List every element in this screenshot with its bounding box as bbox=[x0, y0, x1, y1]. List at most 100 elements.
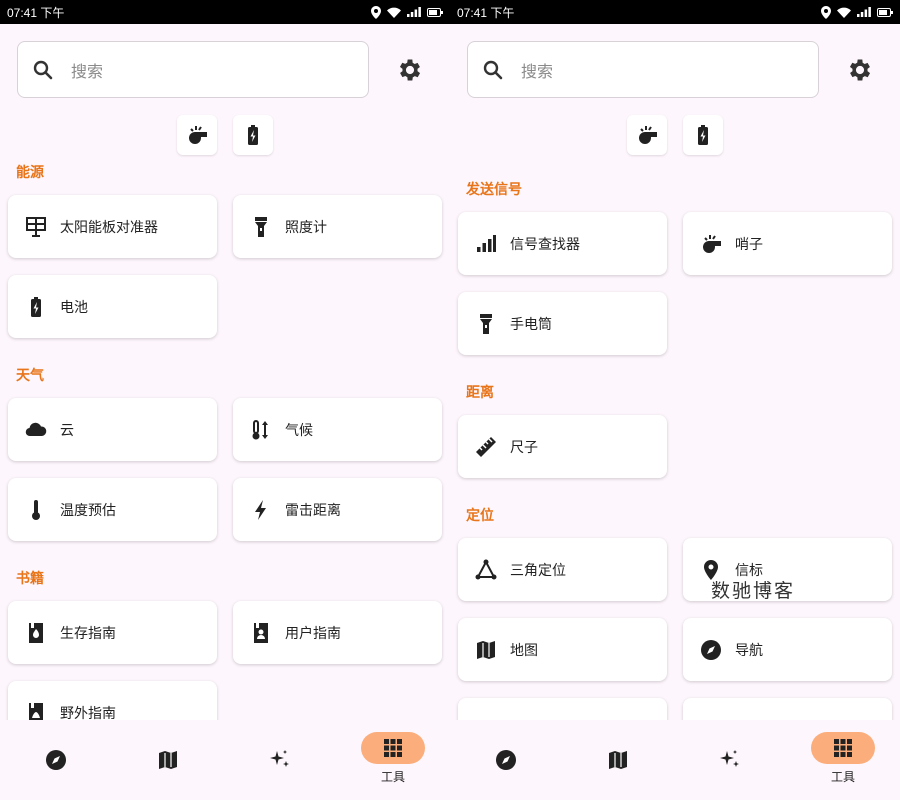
left-screen: 07:41 下午 搜索 能源 太阳能板对准器 照度计 电池 天气 云 气候 温度… bbox=[0, 0, 450, 800]
location-status-icon bbox=[371, 5, 381, 19]
search-bar[interactable]: 搜索 bbox=[17, 41, 369, 98]
tool-card-whistle[interactable]: 哨子 bbox=[683, 212, 892, 275]
battery-status-icon bbox=[427, 7, 443, 17]
solar-panel-icon bbox=[26, 216, 46, 237]
tool-card-lightning[interactable]: 雷击距离 bbox=[233, 478, 442, 541]
tool-card-field-guide[interactable]: 野外指南 bbox=[8, 681, 217, 720]
tool-card-maps[interactable]: 地图 bbox=[458, 618, 667, 681]
tool-label: 温度预估 bbox=[60, 502, 116, 519]
lightning-icon bbox=[255, 499, 266, 520]
tool-card-navigation[interactable]: 导航 bbox=[683, 618, 892, 681]
ruler-icon bbox=[476, 436, 496, 457]
flashlight-icon bbox=[480, 313, 492, 334]
grid-icon bbox=[834, 739, 852, 757]
tool-card-signal-finder[interactable]: 信号查找器 bbox=[458, 212, 667, 275]
battery-charging-icon bbox=[698, 125, 708, 145]
compass-icon[interactable] bbox=[44, 748, 68, 772]
gear-icon[interactable] bbox=[846, 56, 874, 84]
section-title-location: 定位 bbox=[466, 508, 494, 524]
tool-card-light-meter[interactable]: 照度计 bbox=[233, 195, 442, 258]
status-bar: 07:41 下午 bbox=[450, 0, 900, 24]
field-guide-icon bbox=[29, 702, 43, 720]
signal-status-icon bbox=[407, 7, 421, 17]
quick-battery-button[interactable] bbox=[233, 115, 273, 155]
search-placeholder: 搜索 bbox=[521, 61, 554, 81]
quick-whistle-button[interactable] bbox=[627, 115, 667, 155]
thermometer-arrows-icon bbox=[252, 419, 268, 439]
tool-label: 导航 bbox=[735, 642, 763, 659]
search-placeholder: 搜索 bbox=[71, 61, 104, 81]
whistle-icon bbox=[703, 234, 721, 253]
section-title-books: 书籍 bbox=[16, 571, 44, 587]
whistle-icon bbox=[189, 126, 207, 144]
battery-icon bbox=[31, 296, 41, 317]
status-bar: 07:41 下午 bbox=[0, 0, 450, 24]
tool-label: 太阳能板对准器 bbox=[60, 219, 158, 236]
cloud-icon bbox=[25, 422, 47, 436]
tool-label: 雷击距离 bbox=[285, 502, 341, 519]
tools-list: 能源 太阳能板对准器 照度计 电池 天气 云 气候 温度预估 雷击距离 书籍 生… bbox=[0, 160, 450, 720]
user-guide-icon bbox=[254, 622, 268, 643]
tool-card-temp-estimate[interactable]: 温度预估 bbox=[8, 478, 217, 541]
tool-label: 照度计 bbox=[285, 219, 327, 236]
tool-label: 手电筒 bbox=[510, 316, 552, 333]
compass-icon[interactable] bbox=[494, 748, 518, 772]
nav-tools-label: 工具 bbox=[830, 770, 855, 784]
survival-book-icon bbox=[29, 622, 43, 643]
nav-tools-button[interactable] bbox=[811, 732, 875, 764]
search-icon bbox=[33, 60, 53, 79]
quick-whistle-button[interactable] bbox=[177, 115, 217, 155]
gear-icon[interactable] bbox=[396, 56, 424, 84]
tool-card-battery[interactable]: 电池 bbox=[8, 275, 217, 338]
search-icon bbox=[483, 60, 503, 79]
status-time: 07:41 下午 bbox=[7, 5, 65, 20]
grid-icon bbox=[384, 739, 402, 757]
section-title-energy: 能源 bbox=[16, 165, 44, 181]
tool-label: 云 bbox=[60, 422, 74, 439]
battery-status-icon bbox=[877, 7, 893, 17]
tool-label: 地图 bbox=[510, 642, 538, 659]
sparkle-icon[interactable] bbox=[718, 748, 742, 772]
tools-list: 发送信号 信号查找器 哨子 手电筒 距离 尺子 定位 三角定位 信标 地图 导航 bbox=[450, 160, 900, 720]
watermark: 数驰博客 bbox=[711, 580, 796, 602]
thermometer-icon bbox=[32, 499, 40, 520]
tool-label: 三角定位 bbox=[510, 562, 566, 579]
section-title-distance: 距离 bbox=[466, 385, 494, 401]
map-icon[interactable] bbox=[156, 748, 180, 772]
sparkle-icon[interactable] bbox=[268, 748, 292, 772]
tool-card-triangulate[interactable]: 三角定位 bbox=[458, 538, 667, 601]
search-bar[interactable]: 搜索 bbox=[467, 41, 819, 98]
map-icon bbox=[477, 640, 495, 659]
nav-tools-label: 工具 bbox=[380, 770, 405, 784]
tool-label: 尺子 bbox=[510, 439, 538, 456]
tool-label: 信号查找器 bbox=[510, 236, 580, 253]
tool-card-clouds[interactable]: 云 bbox=[8, 398, 217, 461]
tool-label: 哨子 bbox=[735, 236, 763, 253]
tool-label: 气候 bbox=[285, 422, 313, 439]
map-icon[interactable] bbox=[606, 748, 630, 772]
tool-card-climate[interactable]: 气候 bbox=[233, 398, 442, 461]
nav-tools-button[interactable] bbox=[361, 732, 425, 764]
compass-icon bbox=[701, 639, 721, 660]
tool-card-user-guide[interactable]: 用户指南 bbox=[233, 601, 442, 664]
triangulate-icon bbox=[475, 559, 497, 579]
flashlight-icon bbox=[255, 216, 267, 237]
tool-card-flashlight[interactable]: 手电筒 bbox=[458, 292, 667, 355]
tool-card-ruler[interactable]: 尺子 bbox=[458, 415, 667, 478]
tool-label: 野外指南 bbox=[60, 705, 116, 721]
wifi-status-icon bbox=[387, 7, 401, 18]
section-title-weather: 天气 bbox=[16, 368, 44, 384]
tool-label: 生存指南 bbox=[60, 625, 116, 642]
tool-card-partial[interactable] bbox=[458, 698, 667, 720]
tool-card-survival-guide[interactable]: 生存指南 bbox=[8, 601, 217, 664]
battery-charging-icon bbox=[248, 125, 258, 145]
tool-card-partial[interactable] bbox=[683, 698, 892, 720]
signal-bars-icon bbox=[477, 234, 496, 252]
tool-card-solar-aligner[interactable]: 太阳能板对准器 bbox=[8, 195, 217, 258]
signal-status-icon bbox=[857, 7, 871, 17]
tool-label: 用户指南 bbox=[285, 625, 341, 642]
right-screen: 07:41 下午 搜索 发送信号 信号查找器 哨子 手电筒 距离 尺子 定位 三… bbox=[450, 0, 900, 800]
tool-label: 电池 bbox=[60, 299, 88, 316]
wifi-status-icon bbox=[837, 7, 851, 18]
quick-battery-button[interactable] bbox=[683, 115, 723, 155]
